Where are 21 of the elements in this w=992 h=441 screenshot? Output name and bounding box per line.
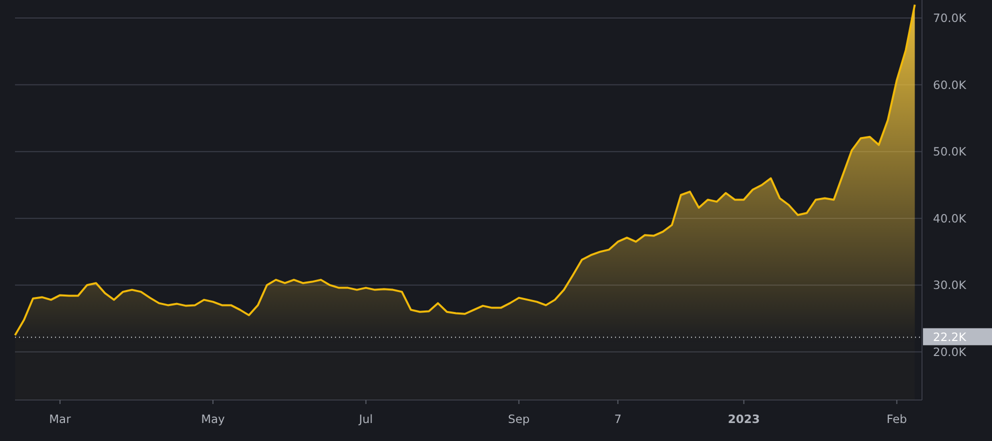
axis-label: 30.0K (933, 278, 966, 292)
axis-label: 7 (614, 412, 622, 426)
tick-mark (365, 400, 366, 404)
tick-mark (518, 400, 520, 404)
reference-line: 22.2K (14, 328, 992, 346)
axis-label: Feb (886, 412, 907, 426)
ref-line-label: 22.2K (933, 330, 967, 344)
axis-label: Mar (49, 412, 71, 426)
axis-label: Sep (508, 412, 530, 426)
tick-mark (896, 400, 898, 404)
axis-label: 70.0K (933, 11, 966, 26)
axis-label: 50.0K (933, 144, 966, 159)
axis-label: 2023 (728, 412, 760, 426)
axis-label: May (201, 412, 225, 426)
tick-mark (617, 400, 618, 404)
axis-label: 20.0K (933, 344, 966, 359)
axis-label: Jul (358, 412, 373, 426)
tick-mark (212, 400, 214, 404)
tick-mark (743, 400, 744, 404)
axis-label: 60.0K (933, 78, 966, 92)
axis-label: 40.0K (933, 211, 966, 226)
